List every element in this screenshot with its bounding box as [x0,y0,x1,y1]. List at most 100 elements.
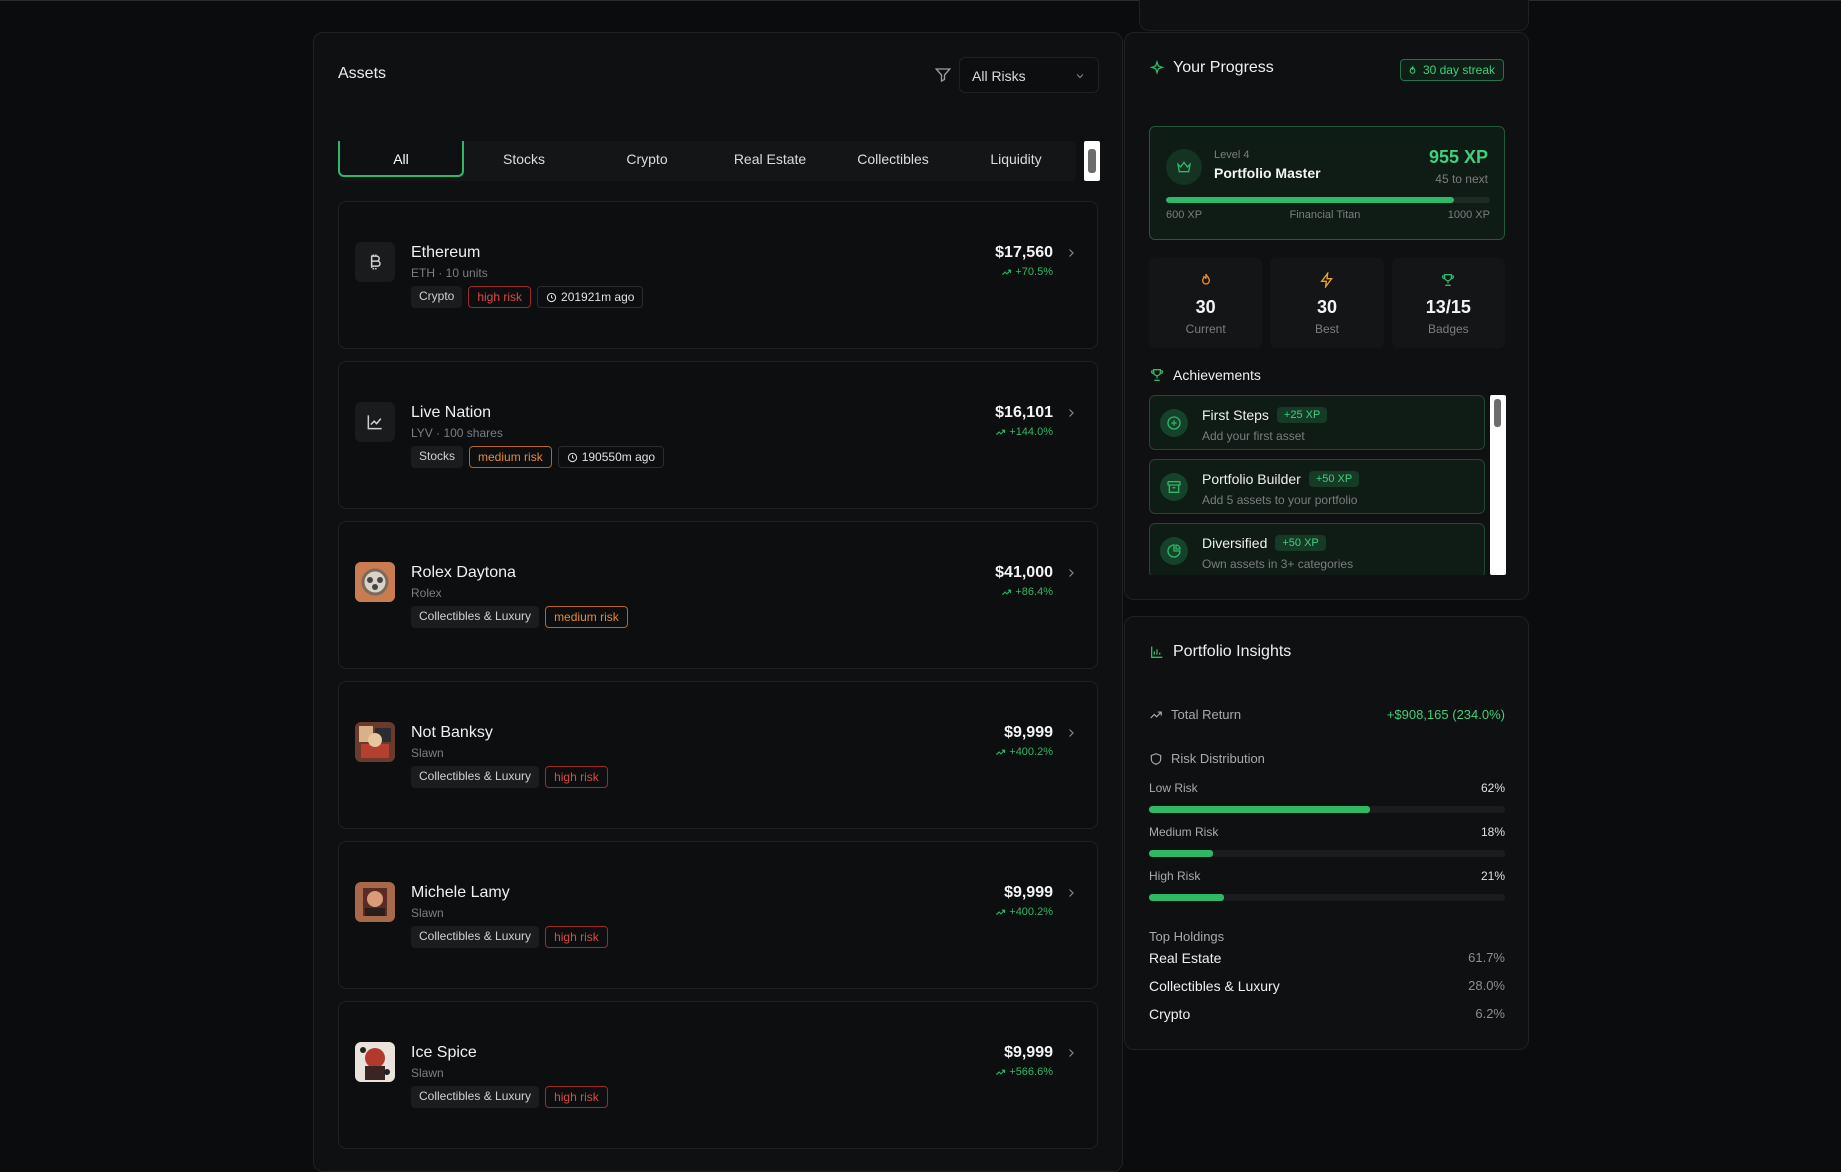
achievement-desc: Add your first asset [1202,429,1305,443]
asset-card-ethereum[interactable]: Ethereum ETH · 10 units Crypto high risk… [338,201,1098,349]
asset-name: Rolex Daytona [411,564,516,581]
top-holdings-header: Top Holdings [1149,929,1505,944]
asset-subtitle: LYV · 100 shares [411,426,503,440]
change-text: +70.5% [1015,266,1053,278]
category-badge: Collectibles & Luxury [411,1086,540,1108]
asset-tags: Crypto high risk 201921m ago [411,286,644,308]
chevron-right-icon[interactable] [1065,726,1077,740]
tab-all[interactable]: All [338,141,464,177]
time-text: 190550m ago [581,450,656,464]
achievement-item[interactable]: Portfolio Builder +50 XP Add 5 assets to… [1149,459,1485,514]
chevron-right-icon[interactable] [1065,566,1077,580]
change-text: +86.4% [1015,586,1053,598]
achievements-header: Achievements [1149,367,1261,383]
asset-tags: Stocks medium risk 190550m ago [411,446,665,468]
risk-distribution-label-wrap: Risk Distribution [1149,751,1265,766]
asset-subtitle: Slawn [411,1066,444,1080]
category-badge: Collectibles & Luxury [411,926,540,948]
bolt-icon [1320,270,1333,290]
top-border [0,0,1841,1]
asset-name: Ice Spice [411,1044,477,1061]
progress-title: Your Progress [1173,59,1274,76]
tab-real-estate[interactable]: Real Estate [707,141,833,177]
asset-tags: Collectibles & Luxury medium risk [411,606,628,628]
chevron-right-icon[interactable] [1065,1046,1077,1060]
achievement-title-row: Portfolio Builder +50 XP [1202,471,1360,487]
achievement-title: Diversified [1202,535,1268,551]
chevron-right-icon[interactable] [1065,406,1077,420]
level-label: Level 4 [1214,149,1250,161]
next-level-name: Financial Titan [1289,209,1361,221]
asset-tags: Collectibles & Luxury high risk [411,766,608,788]
asset-card-ice-spice[interactable]: Ice Spice Slawn Collectibles & Luxury hi… [338,1001,1098,1149]
tabs-scrollbar[interactable] [1084,141,1100,181]
change-text: +144.0% [1009,426,1053,438]
achievement-title-row: Diversified +50 XP [1202,535,1326,551]
asset-value: $16,101 [995,404,1053,421]
achievement-item[interactable]: Diversified +50 XP Own assets in 3+ cate… [1149,523,1485,575]
achievements-scrollbar[interactable] [1490,395,1506,575]
asset-name: Not Banksy [411,724,493,741]
achievement-title: Portfolio Builder [1202,471,1301,487]
tab-liquidity[interactable]: Liquidity [953,141,1079,177]
holding-pct: 28.0% [1468,978,1505,993]
risk-row-medium: Medium Risk 18% [1149,825,1505,839]
risk-bar-high [1149,894,1505,901]
flame-icon [1201,273,1210,285]
risk-pct: 18% [1480,825,1505,839]
category-badge: Collectibles & Luxury [411,766,540,788]
risk-badge: medium risk [545,606,628,628]
tab-crypto[interactable]: Crypto [584,141,710,177]
change-text: +400.2% [1009,906,1053,918]
asset-subtitle: Slawn [411,906,444,920]
risk-filter-select[interactable]: All Risks [959,57,1099,93]
asset-card-not-banksy[interactable]: Not Banksy Slawn Collectibles & Luxury h… [338,681,1098,829]
flame-icon [1409,65,1416,74]
progress-panel: Your Progress 30 day streak Level 4 Port… [1124,32,1529,600]
tab-stocks[interactable]: Stocks [461,141,587,177]
shield-icon [1150,752,1162,765]
asset-name: Ethereum [411,244,481,261]
risk-distribution-header: Risk Distribution [1149,751,1505,766]
risk-label: High Risk [1149,869,1201,883]
achievement-desc: Add 5 assets to your portfolio [1202,493,1358,507]
stat-value: 30 [1316,297,1337,317]
achievement-title-row: First Steps +25 XP [1202,407,1328,423]
trending-up-icon [1150,711,1162,718]
achievement-xp: +25 XP [1276,407,1328,423]
sparkle-icon [1149,60,1165,75]
change-text: +400.2% [1009,746,1053,758]
asset-value: $9,999 [1004,724,1053,741]
total-return-label: Total Return [1171,707,1242,722]
trending-up-icon [996,749,1006,755]
assets-panel: Assets All Risks All Stocks Crypto Real … [313,32,1123,1172]
trending-up-icon [996,1069,1006,1075]
xp-labels: 600 XP Financial Titan 1000 XP [1166,209,1490,221]
achievement-item[interactable]: First Steps +25 XP Add your first asset [1149,395,1485,450]
asset-tabs: All Stocks Crypto Real Estate Collectibl… [338,141,1076,181]
chevron-right-icon[interactable] [1065,886,1077,900]
chevron-down-icon [1076,74,1084,79]
asset-change: +400.2% [995,746,1053,758]
filter-icon[interactable] [934,66,952,84]
chevron-right-icon[interactable] [1065,246,1077,260]
asset-card-michele-lamy[interactable]: Michele Lamy Slawn Collectibles & Luxury… [338,841,1098,989]
risk-distribution-title: Risk Distribution [1171,751,1265,766]
holding-pct: 61.7% [1468,950,1505,965]
risk-bar-medium [1149,850,1505,857]
asset-tags: Collectibles & Luxury high risk [411,1086,608,1108]
asset-name: Live Nation [411,404,492,421]
asset-card-live-nation[interactable]: Live Nation LYV · 100 shares Stocks medi… [338,361,1098,509]
holding-row: Collectibles & Luxury 28.0% [1149,978,1505,994]
stat-best: 30 Best [1270,258,1384,348]
achievement-xp: +50 XP [1308,471,1360,487]
asset-value: $9,999 [1004,1044,1053,1061]
tab-collectibles[interactable]: Collectibles [830,141,956,177]
time-badge: 201921m ago [537,286,644,308]
previous-panel-edge [1139,0,1529,31]
holding-name: Real Estate [1149,950,1222,966]
holding-name: Crypto [1149,1006,1191,1022]
asset-name: Michele Lamy [411,884,510,901]
insights-title: Portfolio Insights [1173,643,1292,660]
asset-card-rolex-daytona[interactable]: Rolex Daytona Rolex Collectibles & Luxur… [338,521,1098,669]
